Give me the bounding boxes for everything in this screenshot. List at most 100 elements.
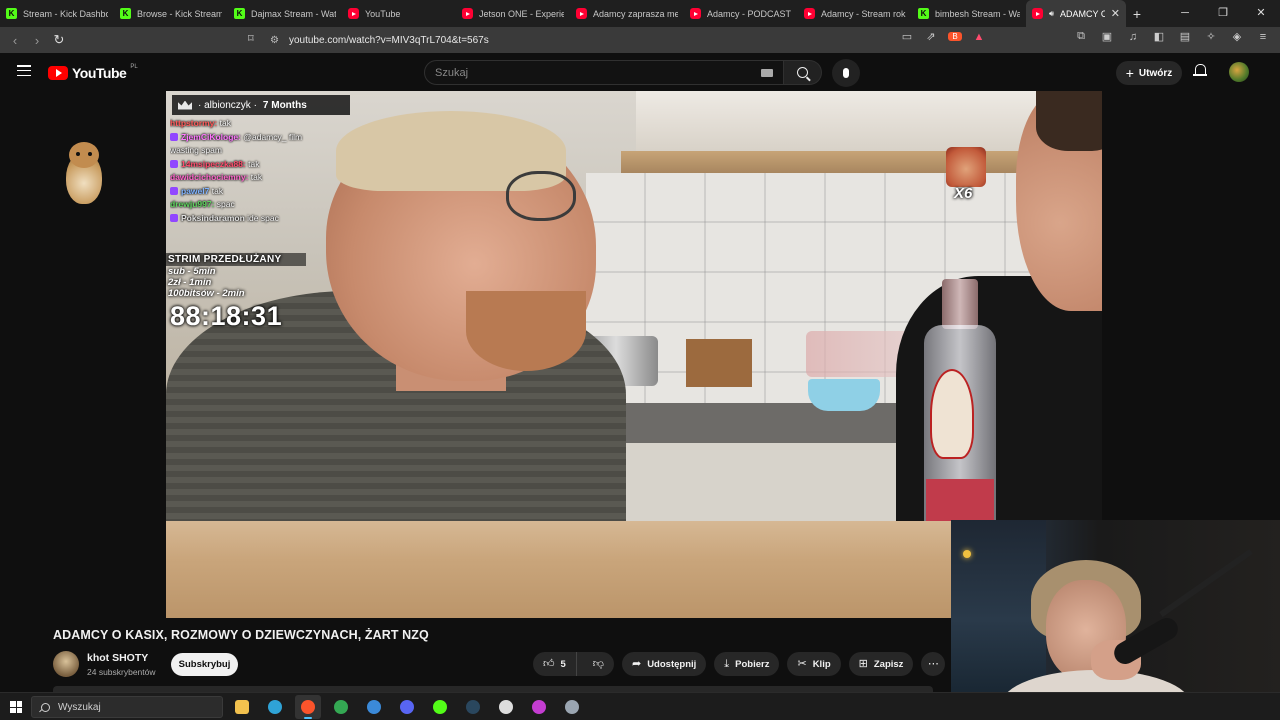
brave-shields-icon[interactable]: B [948,32,962,41]
file-explorer-icon [235,700,249,714]
search-button[interactable] [784,60,822,85]
clip-label: Klip [812,658,831,670]
taskbar-app-brave[interactable] [295,695,321,719]
save-button[interactable]: ⊞ Zapisz [848,652,914,676]
url-field[interactable]: ⚙ youtube.com/watch?v=MIV3qTrL704&t=567s [270,30,990,50]
plus-icon: + [1125,65,1134,81]
back-icon[interactable]: ‹ [4,33,26,48]
taskbar-app-game-app[interactable] [526,695,552,719]
browser-tab[interactable]: Jetson ONE - Experience [456,0,570,27]
youtube-logo[interactable]: YouTube PL [48,64,138,81]
chat-text: tak [250,172,263,182]
taskbar-search-label: Wyszukaj [58,701,101,713]
new-tab-button[interactable]: + [1126,6,1148,22]
browser-tab[interactable]: Adamcy - PODCAST z K [684,0,798,27]
forward-icon[interactable]: › [26,33,48,48]
create-label: Utwórz [1138,67,1173,79]
sidebar-icon[interactable]: ◧ [1152,30,1166,43]
share-icon: ➦ [631,657,642,670]
chat-username: 14msipeczka88: [181,158,246,169]
kick-icon: K [6,8,17,19]
chat-text: tak [248,158,260,169]
browser-tab[interactable]: Adamcy - Stream roku [798,0,912,27]
browser-tab[interactable]: Kbimbesh Stream - Watch [912,0,1026,27]
taskbar-app-file-explorer[interactable] [229,695,255,719]
browser-tab[interactable]: YouTube [342,0,456,27]
menu-icon[interactable]: ≡ [1256,31,1270,43]
chat-text: @adamcy_ film [243,131,303,142]
taskbar-search[interactable]: Wyszukaj [31,696,223,718]
close-tab-icon[interactable]: ✕ [1111,7,1120,20]
media-icon[interactable]: ♫ [1126,31,1140,43]
like-count: 5 [560,658,566,670]
subscribe-button[interactable]: Subskrybuj [171,653,238,676]
taskbar-app-kick-studio[interactable] [427,695,453,719]
extension-icon[interactable]: ⧉ [1074,30,1088,43]
more-actions-button[interactable]: ⋯ [921,652,946,676]
like-button[interactable]: 👍︎ 5 [533,652,577,676]
taskbar-app-steam[interactable] [460,695,486,719]
create-button[interactable]: + Utwórz [1116,61,1182,85]
leo-ai-icon[interactable]: ✧ [1204,30,1218,43]
dislike-button[interactable]: 👎︎ [583,652,614,676]
youtube-icon [690,8,701,19]
bookmark-icon[interactable]: ⌑ [248,32,254,45]
clip-button[interactable]: ✂ Klip [787,652,841,676]
browser-tab-strip: K Stream - Kick Dashboard K Browse - Kick S… [0,0,1280,27]
chat-badge-icon [170,186,178,195]
guide-menu-icon[interactable] [17,65,31,76]
youtube-icon [1032,8,1043,19]
chat-text: ide spac [247,212,279,223]
chat-message: drewju997: spac [170,198,360,212]
download-button[interactable]: ⤓ Pobierz [714,652,780,676]
browser-tab[interactable]: 🔊︎ ADAMCY O KASIX ✕ [1026,0,1126,27]
taskbar-app-chrome[interactable] [328,695,354,719]
screenshot-icon[interactable]: ▣ [1100,30,1114,43]
channel-name[interactable]: khot SHOTY [87,652,148,664]
thumbs-up-icon: 👍︎ [543,657,555,670]
taskbar-app-other-app[interactable] [559,695,585,719]
sub-alert-banner: · albionczyk · 7 Months [172,95,350,115]
crown-icon [178,100,192,110]
user-avatar[interactable] [1229,62,1249,82]
notifications-bell-icon[interactable] [1193,64,1207,79]
taskbar-app-obs[interactable] [493,695,519,719]
steam-icon [466,700,480,714]
maximize-icon[interactable]: ❐ [1204,0,1242,27]
speaker-icon[interactable]: 🔊︎ [1049,9,1054,19]
cast-icon[interactable]: ▭ [900,30,914,43]
more-horizontal-icon: ⋯ [927,657,939,670]
hamster-image [60,140,108,210]
share-page-icon[interactable]: ⇗ [924,30,938,43]
chat-text: spac [216,199,235,209]
windows-start-icon[interactable] [10,701,22,713]
browser-tab[interactable]: K Stream - Kick Dashboard [0,0,114,27]
browser-tab[interactable]: K Browse - Kick Streaming [114,0,228,27]
taskbar-app-discord[interactable] [394,695,420,719]
browser-tab[interactable]: K Dajmax Stream - Watch [228,0,342,27]
other-app-icon [565,700,579,714]
thumbs-down-icon: 👎︎ [592,657,604,670]
reload-icon[interactable]: ↻ [48,32,70,48]
vpn-icon[interactable]: ◈ [1230,30,1244,43]
timer-title: STRIM PRZEDŁUŻANY [166,253,306,266]
share-button[interactable]: ➦ Udostępnij [621,652,707,676]
save-label: Zapisz [873,658,904,670]
site-settings-icon[interactable]: ⚙ [270,35,279,46]
taskbar-app-ccleaner[interactable] [361,695,387,719]
close-window-icon[interactable]: ✕ [1242,0,1280,27]
keyboard-icon[interactable] [761,69,773,77]
microphone-icon [843,68,849,78]
wallet-icon[interactable]: ▤ [1178,30,1192,43]
taskbar-app-edge[interactable] [262,695,288,719]
brave-rewards-icon[interactable]: ▲ [972,31,986,43]
voice-search-button[interactable] [832,59,860,87]
browser-tab[interactable]: Adamcy zaprasza mentora [570,0,684,27]
channel-avatar[interactable] [53,651,79,677]
address-bar: ‹ › ↻ ⌑ ⚙ youtube.com/watch?v=MIV3qTrL70… [0,27,1280,53]
search-input[interactable] [425,61,745,84]
minimize-icon[interactable]: ─ [1166,0,1204,27]
share-label: Udostępnij [647,658,697,670]
kick-icon: K [918,8,929,19]
windows-taskbar: Wyszukaj [0,692,1280,720]
